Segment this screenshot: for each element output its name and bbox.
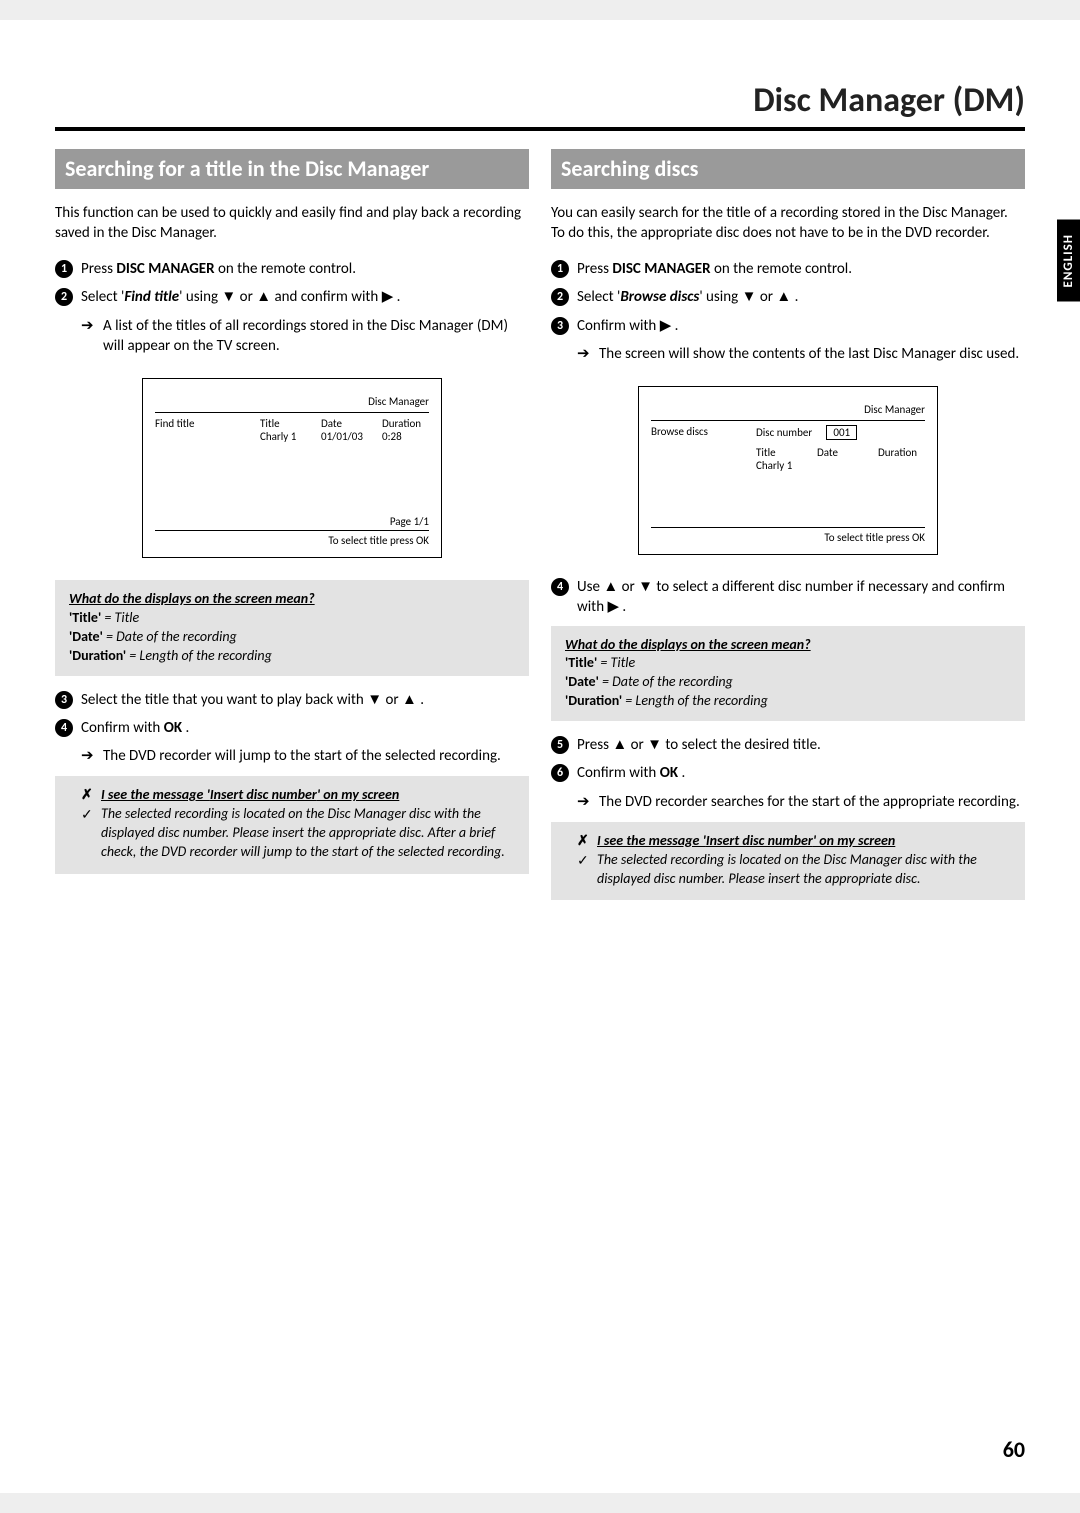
col-header: Duration (382, 417, 429, 430)
discnum-label: Disc number (756, 426, 812, 439)
left-tip-box: ✗ I see the message 'Insert disc number'… (55, 776, 529, 874)
page-title: Disc Manager (DM) (55, 80, 1025, 121)
col-header: Duration (878, 446, 925, 459)
step-badge-icon: 3 (55, 691, 73, 709)
down-triangle-icon: ▼ (367, 691, 382, 708)
step-badge-icon: 2 (55, 288, 73, 306)
screen-left-label: Browse discs (651, 425, 746, 440)
step-text: Select the title that you want to play b… (81, 691, 424, 709)
step-text: Select 'Browse discs' using ▼ or ▲ . (577, 288, 798, 306)
page-number: 60 (1003, 1436, 1025, 1463)
col-header: Date (321, 417, 368, 430)
left-step-1: 1 Press DISC MANAGER on the remote contr… (55, 259, 529, 279)
tip-solution: The selected recording is located on the… (597, 851, 1011, 889)
up-triangle-icon: ▲ (402, 691, 417, 708)
right-triangle-icon: ▶ (660, 317, 672, 334)
screen-left-label: Find title (155, 417, 250, 430)
step-text: Press ▲ or ▼ to select the desired title… (577, 736, 821, 754)
check-icon: ✓ (81, 806, 93, 825)
step-badge-icon: 2 (551, 288, 569, 306)
step-text: Press DISC MANAGER on the remote control… (81, 260, 356, 278)
columns: Searching for a title in the Disc Manage… (55, 149, 1025, 900)
cell: Charly 1 (260, 430, 307, 443)
cell: Charly 1 (756, 459, 803, 472)
x-icon: ✗ (577, 832, 589, 851)
down-triangle-icon: ▼ (638, 578, 653, 595)
right-info-box: What do the displays on the screen mean?… (551, 626, 1025, 722)
right-column: Searching discs You can easily search fo… (551, 149, 1025, 900)
right-tip-box: ✗ I see the message 'Insert disc number'… (551, 822, 1025, 901)
screen-footer: To select title press OK (155, 531, 429, 547)
right-step-1: 1 Press DISC MANAGER on the remote contr… (551, 259, 1025, 279)
step-text: Select 'Find title' using ▼ or ▲ and con… (81, 288, 400, 306)
step-text: Use ▲ or ▼ to select a different disc nu… (577, 578, 1005, 616)
step-badge-icon: 3 (551, 317, 569, 335)
step-badge-icon: 5 (551, 736, 569, 754)
up-triangle-icon: ▲ (776, 288, 791, 305)
right-step-4: 4 Use ▲ or ▼ to select a different disc … (551, 577, 1025, 618)
step-badge-icon: 1 (55, 260, 73, 278)
info-question: What do the displays on the screen mean? (565, 636, 1011, 655)
screen-footer: Page 1/1 (155, 513, 429, 531)
screen-footer: To select title press OK (651, 528, 925, 544)
right-step-3-sub: The screen will show the contents of the… (551, 344, 1025, 364)
down-triangle-icon: ▼ (742, 288, 757, 305)
right-triangle-icon: ▶ (607, 598, 619, 615)
step-badge-icon: 1 (551, 260, 569, 278)
right-step-6-sub: The DVD recorder searches for the start … (551, 792, 1025, 812)
screen-mock-browse-discs: Disc Manager Browse discs Disc number 00… (638, 386, 938, 555)
left-step-4: 4 Confirm with OK . (55, 718, 529, 738)
step-badge-icon: 4 (551, 578, 569, 596)
screen-dm-label: Disc Manager (155, 395, 429, 408)
col-header: Date (817, 446, 864, 459)
x-icon: ✗ (81, 786, 93, 805)
tip-problem: I see the message 'Insert disc number' o… (101, 786, 515, 805)
left-column: Searching for a title in the Disc Manage… (55, 149, 529, 900)
left-step-3: 3 Select the title that you want to play… (55, 690, 529, 710)
tip-solution: The selected recording is located on the… (101, 805, 515, 862)
check-icon: ✓ (577, 852, 589, 871)
right-step-5: 5 Press ▲ or ▼ to select the desired tit… (551, 735, 1025, 755)
step-badge-icon: 4 (55, 719, 73, 737)
step-text: Confirm with ▶ . (577, 317, 678, 335)
left-section-header: Searching for a title in the Disc Manage… (55, 149, 529, 189)
left-step-4-sub: The DVD recorder will jump to the start … (55, 746, 529, 766)
screen-dm-label: Disc Manager (651, 403, 925, 416)
manual-page: ENGLISH Disc Manager (DM) Searching for … (0, 20, 1080, 1493)
language-tab: ENGLISH (1057, 220, 1080, 302)
step-badge-icon: 6 (551, 764, 569, 782)
down-triangle-icon: ▼ (647, 736, 662, 753)
right-step-3: 3 Confirm with ▶ . (551, 316, 1025, 336)
step-text: Press DISC MANAGER on the remote control… (577, 260, 852, 278)
right-section-header: Searching discs (551, 149, 1025, 189)
screen-mock-find-title: Disc Manager Find title Title Date Durat… (142, 378, 442, 558)
col-header: Title (260, 417, 307, 430)
up-triangle-icon: ▲ (256, 288, 271, 305)
cell: 0:28 (382, 430, 429, 443)
left-step-2: 2 Select 'Find title' using ▼ or ▲ and c… (55, 287, 529, 307)
right-step-2: 2 Select 'Browse discs' using ▼ or ▲ . (551, 287, 1025, 307)
info-question: What do the displays on the screen mean? (69, 590, 515, 609)
left-info-box: What do the displays on the screen mean?… (55, 580, 529, 676)
discnum-value: 001 (826, 425, 857, 440)
right-intro: You can easily search for the title of a… (551, 203, 1025, 244)
right-triangle-icon: ▶ (382, 288, 394, 305)
title-rule (55, 127, 1025, 131)
right-step-6: 6 Confirm with OK . (551, 763, 1025, 783)
left-intro: This function can be used to quickly and… (55, 203, 529, 244)
step-text: Confirm with OK . (577, 764, 685, 782)
down-triangle-icon: ▼ (221, 288, 236, 305)
left-step-2-sub: A list of the titles of all recordings s… (55, 316, 529, 357)
up-triangle-icon: ▲ (603, 578, 618, 595)
cell: 01/01/03 (321, 430, 368, 443)
step-text: Confirm with OK . (81, 719, 189, 737)
up-triangle-icon: ▲ (612, 736, 627, 753)
tip-problem: I see the message 'Insert disc number' o… (597, 832, 1011, 851)
col-header: Title (756, 446, 803, 459)
